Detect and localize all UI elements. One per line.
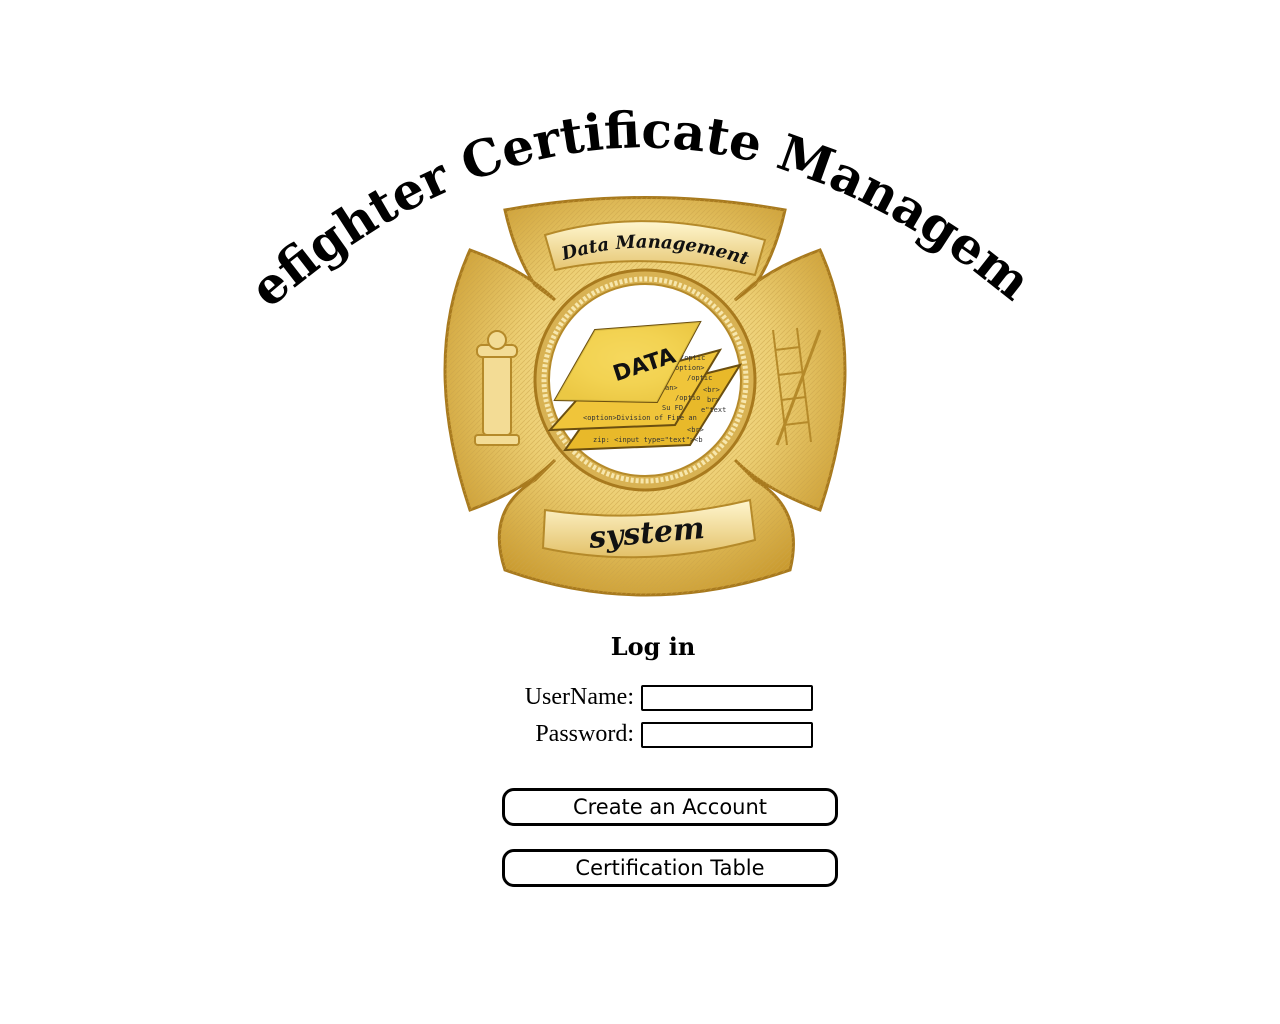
svg-text:<option>Division of Fire an: <option>Division of Fire an bbox=[583, 414, 697, 422]
svg-text:zip: <input type="text"><b: zip: <input type="text"><b bbox=[593, 436, 703, 444]
svg-text:/optic: /optic bbox=[680, 354, 705, 362]
svg-text:br>: br> bbox=[707, 396, 720, 404]
svg-text:/optic: /optic bbox=[687, 374, 712, 382]
login-heading: Log in bbox=[610, 632, 696, 661]
badge-logo: Data Management DATA /optic option> /opt… bbox=[443, 196, 847, 597]
login-page: Firefighter Certificate Management bbox=[0, 0, 1280, 1024]
svg-text:/optio: /optio bbox=[675, 394, 700, 402]
username-label: UserName: bbox=[524, 684, 634, 710]
username-row: UserName: bbox=[480, 683, 820, 711]
svg-text:an>: an> bbox=[665, 384, 678, 392]
svg-text:Su FD: Su FD bbox=[662, 404, 683, 412]
svg-text:<br>: <br> bbox=[687, 426, 704, 434]
certification-table-button[interactable]: Certification Table bbox=[502, 849, 838, 887]
create-account-button[interactable]: Create an Account bbox=[502, 788, 838, 826]
svg-text:e"text: e"text bbox=[701, 406, 726, 414]
password-input[interactable] bbox=[641, 722, 813, 748]
username-input[interactable] bbox=[641, 685, 813, 711]
svg-text:<br>: <br> bbox=[703, 386, 720, 394]
password-row: Password: bbox=[480, 720, 820, 748]
svg-text:option>: option> bbox=[675, 364, 705, 372]
password-label: Password: bbox=[535, 721, 634, 747]
